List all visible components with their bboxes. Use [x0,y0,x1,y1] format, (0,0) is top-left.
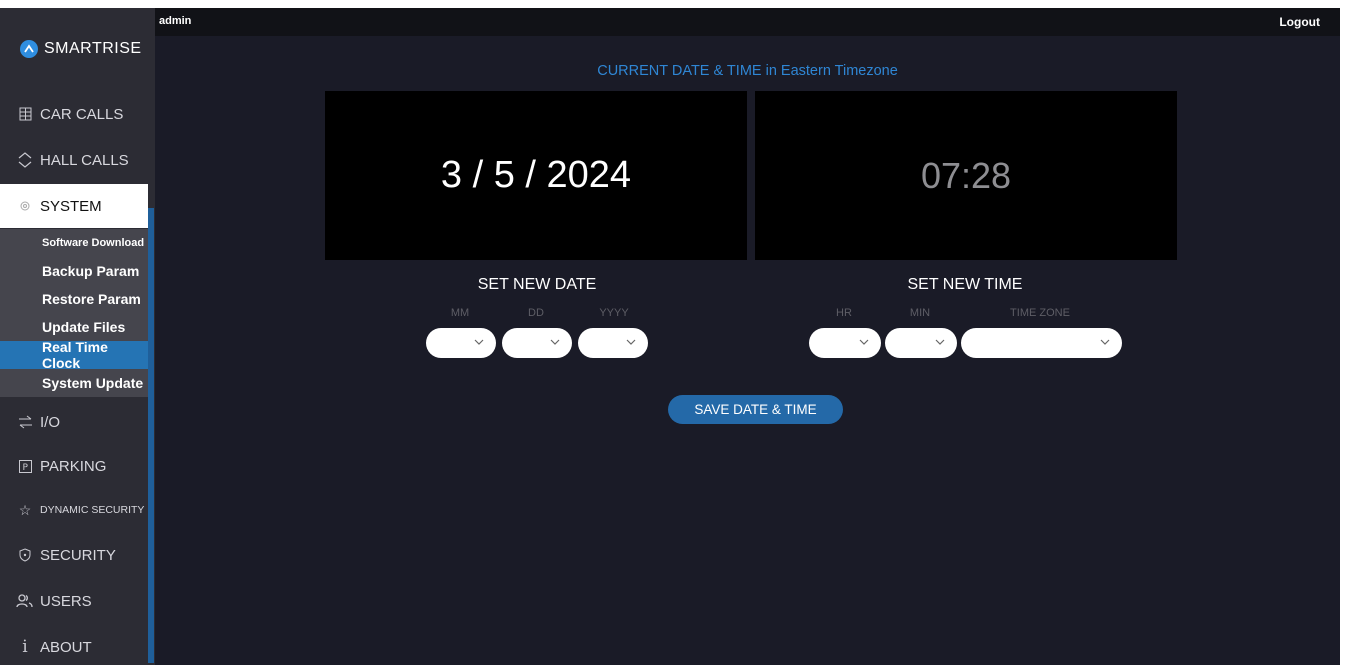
save-date-time-button[interactable]: SAVE DATE & TIME [668,395,843,424]
sub-item-backup-param[interactable]: Backup Param [0,257,148,285]
day-label: DD [528,307,544,319]
brand-logo: SMARTRISE [20,38,142,60]
set-time-title: SET NEW TIME [907,276,1023,293]
sidebar-item-label: SECURITY [40,546,116,564]
arrows-exchange-icon [16,415,34,429]
sidebar-item-label: USERS [40,592,92,610]
chevron-updown-icon [16,151,34,169]
chevron-down-icon [550,339,560,345]
sidebar-item-dynamic-security[interactable]: ☆ DYNAMIC SECURITY [0,488,148,532]
hour-label: HR [836,307,852,319]
sub-item-restore-param[interactable]: Restore Param [0,285,148,313]
sidebar-item-about[interactable]: i ABOUT [0,625,148,665]
smartrise-logo-icon [20,40,38,58]
sidebar-item-label: I/O [40,413,61,431]
sidebar-item-label: DYNAMIC SECURITY [40,504,145,516]
gear-icon [16,200,34,212]
month-label: MM [450,307,470,319]
time-zone-label: TIME ZONE [1010,307,1070,319]
sidebar-scrollbar[interactable] [148,208,154,663]
sidebar-item-parking[interactable]: P PARKING [0,444,148,488]
sidebar-item-users[interactable]: USERS [0,579,148,623]
sidebar: SMARTRISE CAR CALLS HALL CALLS SYSTEM So… [0,8,155,665]
window-edge [1340,8,1350,665]
sidebar-item-label: HALL CALLS [40,151,129,169]
logout-link[interactable]: Logout [1279,15,1320,29]
sidebar-item-label: PARKING [40,457,107,475]
grid-icon [16,107,34,121]
current-time-display: 07:28 [755,91,1177,260]
sidebar-item-security[interactable]: SECURITY [0,533,148,577]
shield-icon [16,548,34,562]
info-icon: i [22,637,28,657]
hour-select[interactable] [809,328,881,358]
chevron-down-icon [859,339,869,345]
set-date-title: SET NEW DATE [477,276,597,293]
sub-item-system-update[interactable]: System Update [0,369,148,397]
day-select[interactable] [502,328,572,358]
chevron-down-icon [626,339,636,345]
minute-label: MIN [909,307,931,319]
year-label: YYYY [599,307,629,319]
year-select[interactable] [578,328,648,358]
top-bar: admin Logout [155,8,1340,36]
star-icon: ☆ [18,501,32,518]
parking-icon: P [16,459,34,473]
sub-item-software-download[interactable]: Software Download [0,229,148,257]
month-select[interactable] [426,328,496,358]
sub-item-update-files[interactable]: Update Files [0,313,148,341]
time-zone-select[interactable] [961,328,1122,358]
sidebar-item-system[interactable]: SYSTEM [0,184,148,228]
svg-text:P: P [22,463,28,473]
sidebar-item-hall-calls[interactable]: HALL CALLS [0,138,148,182]
app-frame: SMARTRISE CAR CALLS HALL CALLS SYSTEM So… [0,8,1340,665]
sidebar-item-car-calls[interactable]: CAR CALLS [0,92,148,136]
chevron-down-icon [1100,339,1110,345]
sidebar-item-label: SYSTEM [40,197,102,215]
sidebar-item-io[interactable]: I/O [0,400,148,444]
chevron-down-icon [935,339,945,345]
sidebar-item-label: CAR CALLS [40,105,124,123]
current-date-display: 3 / 5 / 2024 [325,91,747,260]
username: admin [159,15,192,27]
minute-select[interactable] [885,328,957,358]
sub-item-real-time-clock[interactable]: Real Time Clock [0,339,148,371]
page-heading: CURRENT DATE & TIME in Eastern Timezone [597,63,898,79]
sidebar-item-label: ABOUT [40,638,92,656]
chevron-down-icon [474,339,484,345]
brand-name: SMARTRISE [44,40,142,57]
users-icon [16,594,34,608]
